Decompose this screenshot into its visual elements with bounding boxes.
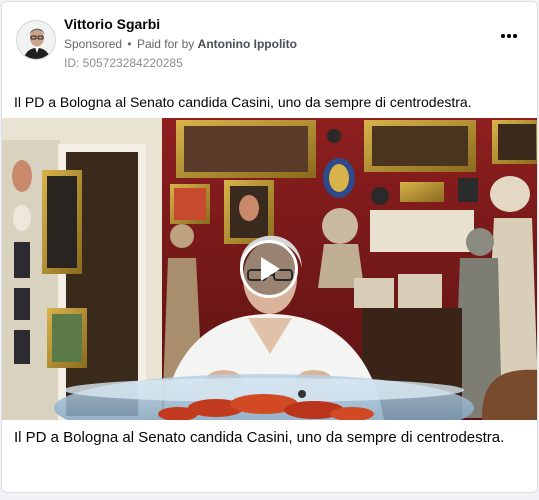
ad-id: ID: 505723284220285 [64,56,183,70]
sponsored-label[interactable]: Sponsored [64,37,122,51]
post-caption: Il PD a Bologna al Senato candida Casini… [14,94,472,110]
paid-for-label: Paid for by [136,37,195,51]
video-title[interactable]: Il PD a Bologna al Senato candida Casini… [14,428,514,448]
more-options-icon[interactable] [499,28,519,44]
video-player[interactable] [2,118,537,420]
ad-card: Vittorio Sgarbi Sponsored • Paid for by … [1,1,538,493]
avatar[interactable] [16,20,56,60]
post-header: Vittorio Sgarbi Sponsored • Paid for by … [2,2,537,82]
payer-name: Antonino Ippolito [197,37,297,51]
author-name[interactable]: Vittorio Sgarbi [64,16,160,32]
play-button[interactable] [240,240,298,298]
sponsored-line: Sponsored • Paid for by Antonino Ippolit… [64,37,297,51]
play-icon [261,257,280,281]
separator: • [127,37,132,51]
